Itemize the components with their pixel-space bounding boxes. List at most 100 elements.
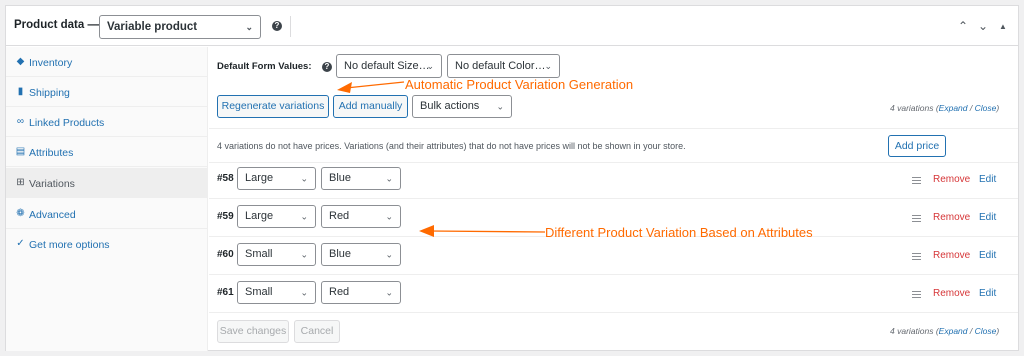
add-manually-button[interactable]: Add manually [333,95,408,118]
variation-id: #60 [217,249,234,260]
variation-size-select[interactable]: Large ⌄ [237,205,316,228]
edit-link[interactable]: Edit [979,174,996,185]
variation-size-value: Large [245,210,274,222]
default-form-values-label: Default Form Values: [217,61,312,72]
tab-advanced[interactable]: ❁ Advanced [6,199,208,229]
tab-label: Shipping [29,87,70,99]
bulk-actions-select[interactable]: Bulk actions ⌄ [412,95,512,118]
tag-icon: ◆ [16,56,25,67]
panel-title: Product data — [14,19,99,31]
slash: / [967,326,975,336]
bulk-actions-value: Bulk actions [420,100,480,112]
drag-handle-icon[interactable] [912,177,921,186]
collapse-toggle-icon[interactable]: ▲ [999,21,1007,33]
add-price-button[interactable]: Add price [888,135,946,157]
chevron-down-icon: ⌄ [385,211,393,221]
default-size-value: No default Size… [344,60,430,72]
plugin-icon: ✓ [16,238,25,249]
chevron-down-icon: ⌄ [300,287,308,297]
cancel-button[interactable]: Cancel [294,320,340,343]
save-changes-button[interactable]: Save changes [217,320,289,343]
count-text: 4 variations ( [890,326,939,336]
variation-size-value: Small [245,248,273,260]
drag-handle-icon[interactable] [912,215,921,224]
drag-handle-icon[interactable] [912,291,921,300]
remove-link[interactable]: Remove [933,174,970,185]
default-color-select[interactable]: No default Color… ⌄ [447,54,560,78]
variations-count-footer: 4 variations (Expand / Close) [890,326,999,336]
remove-link[interactable]: Remove [933,212,970,223]
chevron-down-icon: ⌄ [300,173,308,183]
slash: / [967,103,975,113]
help-icon[interactable]: ? [272,21,282,31]
product-data-tabs: ◆ Inventory ▮ Shipping ∞ Linked Products… [6,47,208,351]
edit-link[interactable]: Edit [979,250,996,261]
tab-label: Attributes [29,147,74,159]
move-up-icon[interactable]: ⌃ [958,20,968,32]
link-icon: ∞ [16,116,25,127]
remove-link[interactable]: Remove [933,250,970,261]
chevron-down-icon: ⌄ [245,22,253,32]
variation-color-value: Red [329,286,350,298]
divider [209,128,1018,129]
expand-link[interactable]: Expand [939,103,968,113]
regenerate-variations-button[interactable]: Regenerate variations [217,95,329,118]
variation-color-select[interactable]: Blue ⌄ [321,167,401,190]
chevron-down-icon: ⌄ [385,249,393,259]
panel-header: Product data — Variable product ⌄ ? ⌃ ⌄ … [6,6,1018,46]
variation-size-select[interactable]: Small ⌄ [237,281,316,304]
tab-label: Inventory [29,57,73,69]
variation-size-select[interactable]: Large ⌄ [237,167,316,190]
help-icon[interactable]: ? [322,62,332,72]
chevron-down-icon: ⌄ [300,211,308,221]
variation-color-value: Red [329,210,350,222]
variation-size-select[interactable]: Small ⌄ [237,243,316,266]
edit-link[interactable]: Edit [979,212,996,223]
tab-variations[interactable]: ⊞ Variations [6,168,208,198]
tab-shipping[interactable]: ▮ Shipping [6,77,208,107]
chevron-down-icon: ⌄ [300,249,308,259]
count-text: 4 variations ( [890,103,939,113]
tab-attributes[interactable]: ▤ Attributes [6,137,208,167]
tab-label: Variations [29,178,75,190]
default-size-select[interactable]: No default Size… ⌄ [336,54,442,78]
variation-color-select[interactable]: Blue ⌄ [321,243,401,266]
close-paren: ) [996,103,1000,113]
close-link[interactable]: Close [975,103,997,113]
variation-color-select[interactable]: Red ⌄ [321,281,401,304]
chevron-down-icon: ⌄ [544,61,552,71]
tab-label: Get more options [29,239,110,251]
tab-inventory[interactable]: ◆ Inventory [6,47,208,77]
variation-color-select[interactable]: Red ⌄ [321,205,401,228]
divider [209,198,1018,199]
list-icon: ▤ [15,146,26,157]
variation-color-value: Blue [329,248,352,260]
variation-color-value: Blue [329,172,352,184]
drag-handle-icon[interactable] [912,253,921,262]
expand-link[interactable]: Expand [939,326,968,336]
tab-linked-products[interactable]: ∞ Linked Products [6,107,208,137]
annotation-different-variations: Different Product Variation Based on Att… [545,225,813,240]
divider [209,274,1018,275]
annotation-automatic-generation: Automatic Product Variation Generation [405,77,634,92]
variation-id: #59 [217,211,234,222]
close-link[interactable]: Close [975,326,997,336]
product-data-panel: Product data — Variable product ⌄ ? ⌃ ⌄ … [5,5,1019,351]
tab-label: Linked Products [29,117,105,129]
grid-icon: ⊞ [16,177,25,188]
chevron-down-icon: ⌄ [385,287,393,297]
variation-size-value: Large [245,172,274,184]
product-type-select[interactable]: Variable product ⌄ [99,15,261,39]
variation-id: #61 [217,287,234,298]
header-divider [290,16,291,37]
edit-link[interactable]: Edit [979,288,996,299]
variations-count: 4 variations (Expand / Close) [890,103,999,113]
variation-id: #58 [217,173,234,184]
default-color-value: No default Color… [455,60,546,72]
tab-get-more-options[interactable]: ✓ Get more options [6,229,208,259]
remove-link[interactable]: Remove [933,288,970,299]
move-down-icon[interactable]: ⌄ [978,20,988,32]
truck-icon: ▮ [17,86,24,97]
gear-icon: ❁ [16,208,25,219]
variation-size-value: Small [245,286,273,298]
